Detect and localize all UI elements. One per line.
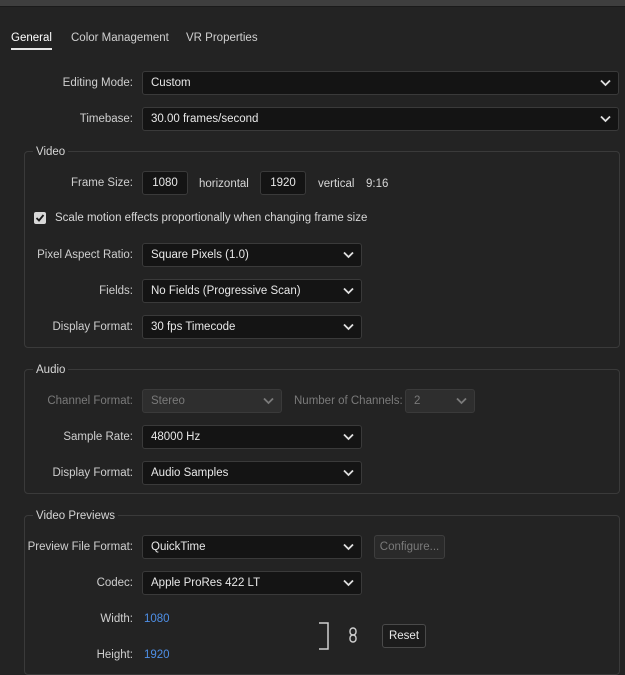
channel-format-value: Stereo: [151, 395, 185, 407]
frame-height-input[interactable]: 1920: [260, 171, 306, 195]
configure-button[interactable]: Configure...: [374, 535, 445, 559]
tab-bar: General Color Management VR Properties: [0, 28, 625, 58]
scale-motion-checkbox[interactable]: [34, 212, 46, 224]
channel-format-label: Channel Format:: [47, 395, 133, 407]
chevron-down-icon: [343, 543, 354, 551]
pixel-aspect-value: Square Pixels (1.0): [151, 249, 249, 261]
fields-select[interactable]: No Fields (Progressive Scan): [142, 279, 362, 303]
video-display-format-label: Display Format:: [52, 321, 133, 333]
editing-mode-value: Custom: [151, 77, 191, 89]
scale-motion-label: Scale motion effects proportionally when…: [55, 212, 368, 224]
number-of-channels-label: Number of Channels:: [294, 395, 403, 407]
number-of-channels-value: 2: [414, 395, 421, 407]
checkmark-icon: [35, 214, 45, 222]
chevron-down-icon: [343, 251, 354, 259]
sample-rate-label: Sample Rate:: [63, 431, 133, 443]
number-of-channels-select[interactable]: 2: [405, 389, 475, 413]
chevron-down-icon: [600, 115, 611, 123]
codec-label: Codec:: [96, 577, 133, 589]
fields-value: No Fields (Progressive Scan): [151, 285, 301, 297]
chevron-down-icon: [343, 469, 354, 477]
chevron-down-icon: [343, 433, 354, 441]
pixel-aspect-label: Pixel Aspect Ratio:: [37, 249, 133, 261]
audio-display-format-select[interactable]: Audio Samples: [142, 461, 362, 485]
codec-select[interactable]: Apple ProRes 422 LT: [142, 571, 362, 595]
tab-general[interactable]: General: [11, 28, 52, 50]
aspect-ratio-readout: 9:16: [366, 178, 389, 190]
chevron-down-icon: [343, 579, 354, 587]
video-display-format-select[interactable]: 30 fps Timecode: [142, 315, 362, 339]
pixel-aspect-select[interactable]: Square Pixels (1.0): [142, 243, 362, 267]
sample-rate-value: 48000 Hz: [151, 431, 201, 443]
link-icon[interactable]: [348, 627, 358, 643]
chevron-down-icon: [343, 287, 354, 295]
editing-mode-select[interactable]: Custom: [142, 71, 619, 95]
top-edge-bar: [0, 0, 625, 7]
preview-file-format-select[interactable]: QuickTime: [142, 535, 362, 559]
codec-value: Apple ProRes 422 LT: [151, 577, 261, 589]
preview-width-label: Width:: [100, 613, 133, 625]
tab-color-management[interactable]: Color Management: [71, 28, 169, 50]
tab-vr-properties[interactable]: VR Properties: [186, 28, 258, 50]
frame-size-label: Frame Size:: [71, 177, 133, 189]
sample-rate-select[interactable]: 48000 Hz: [142, 425, 362, 449]
fields-label: Fields:: [99, 285, 133, 297]
chevron-down-icon: [600, 79, 611, 87]
preview-height-value[interactable]: 1920: [144, 643, 170, 667]
timebase-value: 30.00 frames/second: [151, 113, 259, 125]
audio-display-format-value: Audio Samples: [151, 467, 229, 479]
channel-format-select[interactable]: Stereo: [142, 389, 282, 413]
vertical-label: vertical: [318, 178, 355, 190]
video-previews-group-title: Video Previews: [33, 509, 119, 523]
preview-file-format-label: Preview File Format:: [27, 541, 133, 553]
audio-group-title: Audio: [33, 363, 69, 377]
frame-width-input[interactable]: 1080: [142, 171, 188, 195]
timebase-label: Timebase:: [79, 113, 133, 125]
preview-width-value[interactable]: 1080: [144, 607, 170, 631]
horizontal-label: horizontal: [199, 178, 249, 190]
editing-mode-label: Editing Mode:: [62, 77, 133, 89]
timebase-select[interactable]: 30.00 frames/second: [142, 107, 619, 131]
preview-file-format-value: QuickTime: [151, 541, 206, 553]
chevron-down-icon: [263, 397, 274, 405]
video-group-title: Video: [33, 145, 69, 159]
reset-button[interactable]: Reset: [382, 624, 426, 648]
preview-height-label: Height:: [96, 649, 133, 661]
chevron-down-icon: [456, 397, 467, 405]
chevron-down-icon: [343, 323, 354, 331]
video-display-format-value: 30 fps Timecode: [151, 321, 236, 333]
audio-display-format-label: Display Format:: [52, 467, 133, 479]
bracket-icon: [319, 622, 329, 650]
